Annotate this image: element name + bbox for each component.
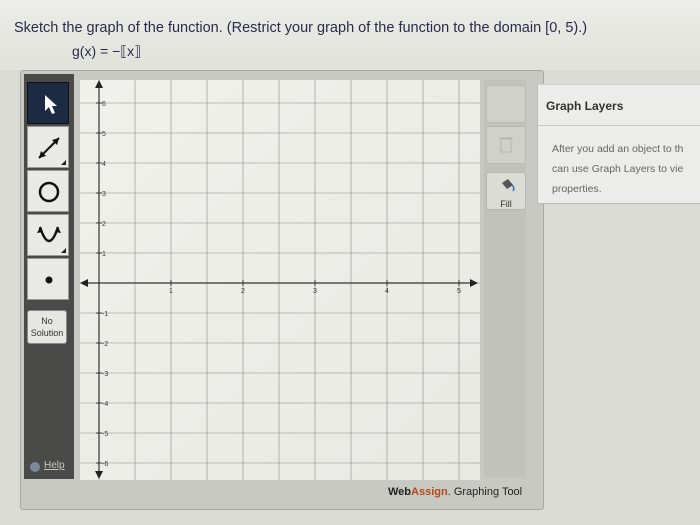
x-tick-label: 2: [241, 288, 245, 295]
no-solution-label-line2: Solution: [30, 328, 64, 338]
graph-layers-help-text: After you add an object to th can use Gr…: [552, 139, 700, 199]
brand-suffix: . Graphing Tool: [447, 486, 523, 498]
y-tick-label: 5: [102, 131, 106, 138]
parabola-tool-menu-indicator: [61, 248, 66, 253]
help-icon: [30, 462, 40, 472]
point-tool-button[interactable]: [27, 258, 69, 300]
y-tick-label: -3: [102, 371, 108, 378]
y-tick-label: -5: [102, 431, 108, 438]
brand-web: Web: [388, 486, 412, 498]
help-link[interactable]: Help: [44, 460, 65, 471]
x-tick-label: 4: [385, 288, 389, 295]
circle-icon: [38, 181, 60, 203]
brand-name: WebAssign: [388, 486, 448, 498]
y-tick-label: 3: [102, 191, 106, 198]
x-axis-right-arrow: [470, 279, 478, 287]
y-tick-label: 1: [102, 251, 106, 258]
y-axis-bottom-arrow: [95, 471, 103, 479]
y-tick-label: 2: [102, 221, 106, 228]
x-tick-label: 5: [457, 288, 461, 295]
brand-assign: Assign: [411, 486, 448, 498]
x-tick-label: 1: [169, 288, 173, 295]
question-prompt: Sketch the graph of the function. (Restr…: [14, 20, 588, 36]
x-tick-label: 3: [313, 288, 317, 295]
trash-icon: [499, 137, 513, 153]
graph-layers-panel: Graph Layers After you add an object to …: [537, 84, 700, 204]
paint-bucket-icon: [502, 179, 515, 192]
graph-layers-divider: [538, 125, 700, 126]
question-header: Sketch the graph of the function. (Restr…: [0, 0, 700, 70]
y-tick-label: 6: [102, 101, 106, 108]
y-tick-label: -1: [102, 311, 108, 318]
graph-layers-text-line3: properties.: [552, 183, 602, 195]
webassign-branding: WebAssign. Graphing Tool: [388, 486, 522, 498]
graph-layers-title: Graph Layers: [546, 99, 624, 113]
circle-tool-button[interactable]: [27, 170, 69, 212]
y-axis-top-arrow: [95, 80, 103, 88]
graph-toolbar: No Solution: [24, 74, 74, 479]
graph-side-controls: Fill: [484, 80, 526, 477]
pointer-tool-button[interactable]: [27, 82, 69, 124]
line-tool-menu-indicator: [61, 160, 66, 165]
x-axis-left-arrow: [80, 279, 88, 287]
y-tick-label: -2: [102, 341, 108, 348]
point-icon: [45, 276, 53, 284]
function-expression: g(x) = −⟦x⟧: [72, 43, 142, 59]
coordinate-grid: 1 2 3 4 5 6 5 4 3 2 1 -1 -2 -3 -4 -5 -6: [80, 80, 480, 480]
no-solution-label-line1: No: [41, 316, 53, 326]
y-tick-label: -4: [102, 401, 108, 408]
no-solution-button[interactable]: No Solution: [27, 310, 67, 344]
cursor-arrow-icon: [45, 95, 57, 114]
undo-button[interactable]: [486, 85, 526, 123]
graph-layers-text-line1: After you add an object to th: [552, 143, 684, 155]
parabola-tool-button[interactable]: [27, 214, 69, 256]
graph-layers-text-line2: can use Graph Layers to vie: [552, 163, 684, 175]
graph-canvas[interactable]: 1 2 3 4 5 6 5 4 3 2 1 -1 -2 -3 -4 -5 -6: [80, 80, 480, 480]
delete-button[interactable]: [486, 126, 526, 164]
y-tick-label: 4: [102, 161, 106, 168]
fill-button-label: Fill: [500, 199, 512, 209]
line-tool-button[interactable]: [27, 126, 69, 168]
y-tick-label: -6: [102, 461, 108, 468]
fill-button[interactable]: Fill: [486, 172, 526, 210]
